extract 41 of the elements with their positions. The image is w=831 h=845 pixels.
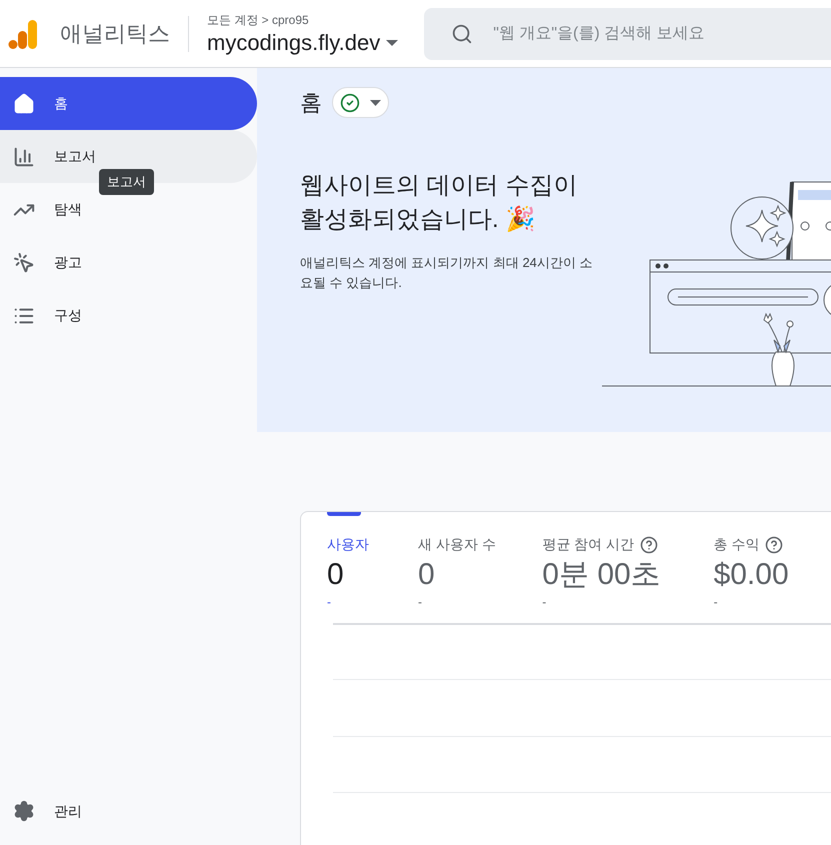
tooltip: 보고서	[99, 169, 154, 194]
metric-tab[interactable]: 사용자 0 -	[327, 512, 418, 609]
caret-icon	[370, 100, 381, 106]
banner-text: 애널리틱스 계정에 표시되기까지 최대 24시간이 소요될 수 있습니다.	[300, 254, 594, 292]
analytics-logo-icon	[8, 18, 38, 50]
pointer-icon	[13, 252, 35, 274]
bar-chart-icon	[13, 146, 35, 168]
metric-label: 총 수익	[714, 535, 760, 554]
search-icon	[451, 22, 474, 44]
breadcrumb[interactable]: 모든 계정 > cpro95	[207, 10, 398, 29]
help-icon[interactable]	[640, 536, 658, 554]
caret-icon	[386, 40, 398, 46]
status-chip[interactable]	[332, 87, 389, 118]
nav-item[interactable]: 홈	[0, 77, 257, 130]
banner-heading: 웹사이트의 데이터 수집이 활성화되었습니다. 🎉	[300, 171, 578, 235]
metric-value: 0분 00초	[542, 557, 661, 593]
metric-change: -	[327, 595, 331, 609]
product-name: 애널리틱스	[60, 20, 170, 48]
nav-item[interactable]: 관리	[0, 787, 257, 835]
metric-change: -	[418, 595, 422, 609]
metric-value: 0	[327, 557, 344, 593]
metric-tab[interactable]: 총 수익 $0.00 -	[714, 512, 831, 609]
metric-label: 새 사용자 수	[418, 535, 496, 554]
search-bar[interactable]: "웹 개요"을(를) 검색해 보세요	[424, 8, 831, 60]
check-icon	[340, 92, 360, 112]
metric-value: 0	[418, 557, 435, 593]
property-selector[interactable]: mycodings.fly.dev	[207, 28, 398, 56]
metric-change: -	[542, 595, 546, 609]
metric-tab[interactable]: 평균 참여 시간 0분 00초 -	[542, 512, 714, 609]
nav-item[interactable]: 구성	[0, 289, 257, 342]
help-icon[interactable]	[765, 536, 784, 554]
metric-value: $0.00	[714, 557, 789, 593]
nav-item[interactable]: 광고	[0, 236, 257, 289]
metric-tab[interactable]: 새 사용자 수 0 -	[418, 512, 542, 609]
metric-change: -	[714, 595, 718, 609]
page-title: 홈	[300, 89, 322, 117]
metric-label: 사용자	[327, 535, 369, 554]
selected-indicator	[327, 512, 361, 516]
home-icon	[13, 92, 35, 114]
search-field[interactable]: "웹 개요"을(를) 검색해 보세요	[493, 22, 794, 46]
metric-label: 평균 참여 시간	[542, 535, 634, 554]
